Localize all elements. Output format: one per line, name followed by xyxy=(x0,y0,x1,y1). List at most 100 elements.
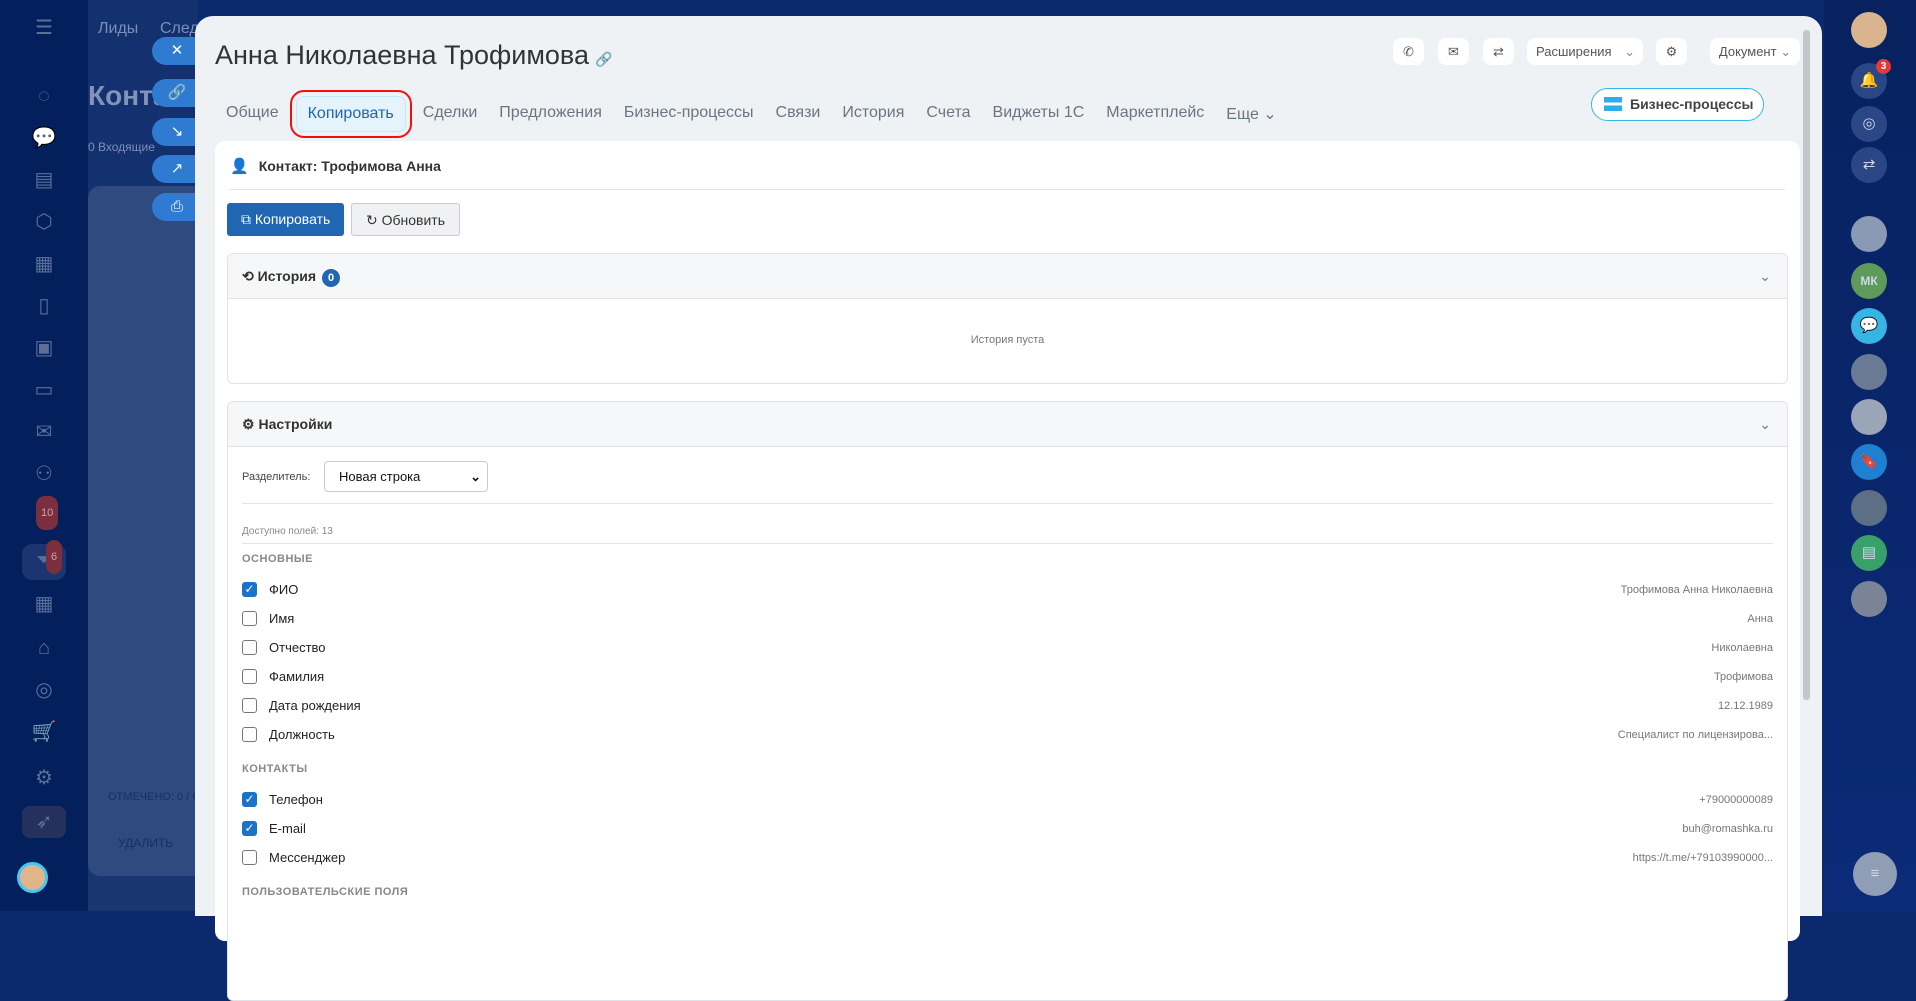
docs-icon[interactable]: ▤ xyxy=(22,164,66,196)
contact-avatar[interactable] xyxy=(1851,490,1887,526)
field-row[interactable]: ✓ Телефон +79000000089 xyxy=(242,785,1773,814)
feed-icon[interactable]: ◌ xyxy=(22,80,66,112)
users-icon[interactable]: ⚇ xyxy=(22,458,66,490)
chat-group-icon[interactable]: 💬 xyxy=(1851,308,1887,344)
divider xyxy=(242,543,1773,544)
tab-copy[interactable]: Копировать xyxy=(289,90,412,138)
field-value: 12.12.1989 xyxy=(1717,699,1773,712)
field-row[interactable]: ✓ ФИО Трофимова Анна Николаевна xyxy=(242,575,1773,604)
link-icon[interactable]: 🔗 xyxy=(595,51,612,67)
bg-delete: УДАЛИТЬ xyxy=(118,836,174,850)
field-label: Фамилия xyxy=(269,669,325,684)
settings-icon[interactable]: ⚙ xyxy=(22,762,66,794)
contact-avatar[interactable] xyxy=(1851,216,1887,252)
field-row[interactable]: Имя Анна xyxy=(242,604,1773,633)
contact-avatar[interactable] xyxy=(1851,399,1887,435)
field-checkbox[interactable] xyxy=(242,850,257,865)
copy-icon: ⧉ xyxy=(241,211,251,227)
cart-icon[interactable]: 🛒 xyxy=(22,716,66,748)
tasks-icon[interactable]: ☑10 xyxy=(22,496,66,532)
rocket-icon[interactable]: ➶ xyxy=(22,806,66,838)
chat-icon[interactable]: 💬 xyxy=(22,122,66,154)
separator-select[interactable]: Новая строка ⌄ xyxy=(324,461,488,492)
field-checkbox[interactable]: ✓ xyxy=(242,821,257,836)
file-icon[interactable]: ▯ xyxy=(22,290,66,322)
tab-business-processes[interactable]: Бизнес-процессы xyxy=(613,96,765,132)
chat-button[interactable]: ⇄ xyxy=(1483,38,1514,65)
warehouse-icon[interactable]: ⌂ xyxy=(22,632,66,664)
chevron-down-icon: ⌄ xyxy=(470,469,481,484)
bookmark-icon[interactable]: 🔖 xyxy=(1851,444,1887,480)
user-avatar[interactable] xyxy=(1851,12,1887,48)
refresh-icon: ↻ xyxy=(366,212,378,228)
bell-icon[interactable]: 🔔 3 xyxy=(1851,59,1891,99)
right-sidebar: 🔔 3 ◎ ⇄ МК 💬 🔖 ▤ ≡ xyxy=(1824,0,1916,911)
chat-list-button[interactable]: ≡ xyxy=(1853,852,1897,896)
field-row[interactable]: Мессенджер https://t.me/+79103990000... xyxy=(242,843,1773,872)
gear-icon: ⚙ xyxy=(242,416,255,432)
target-icon[interactable]: ◎ xyxy=(22,674,66,706)
document-dropdown[interactable]: Документ ⌄ xyxy=(1710,38,1800,65)
field-checkbox[interactable] xyxy=(242,640,257,655)
tab-1c-widgets[interactable]: Виджеты 1С xyxy=(982,96,1096,132)
tab-marketplace[interactable]: Маркетплейс xyxy=(1095,96,1215,132)
field-label: Дата рождения xyxy=(269,698,361,713)
card-icon[interactable]: ▭ xyxy=(22,374,66,406)
mail-icon[interactable]: ✉ xyxy=(22,416,66,448)
hexagon-icon[interactable]: ⬡ xyxy=(22,206,66,238)
tab-history[interactable]: История xyxy=(831,96,915,132)
copy-button[interactable]: ⧉ Копировать xyxy=(227,203,345,236)
field-value: Николаевна xyxy=(1711,641,1773,654)
field-row[interactable]: Фамилия Трофимова xyxy=(242,662,1773,691)
business-processes-button[interactable]: Бизнес-процессы xyxy=(1591,88,1764,121)
field-checkbox[interactable]: ✓ xyxy=(242,582,257,597)
field-checkbox[interactable] xyxy=(242,698,257,713)
field-value: Специалист по лицензирова... xyxy=(1617,728,1773,741)
tab-quotes[interactable]: Предложения xyxy=(488,96,613,132)
field-value: Трофимова xyxy=(1713,670,1773,683)
settings-gear-button[interactable]: ⚙ xyxy=(1656,38,1687,65)
tab-relations[interactable]: Связи xyxy=(765,96,832,132)
tab-deals[interactable]: Сделки xyxy=(412,96,489,132)
extensions-dropdown[interactable]: Расширения ⌄ xyxy=(1527,38,1643,65)
field-value: buh@romashka.ru xyxy=(1682,822,1773,835)
copilot-icon[interactable]: ◎ xyxy=(1851,106,1887,142)
funnel-badge: 6 xyxy=(46,540,63,574)
mail-button[interactable]: ✉ xyxy=(1438,38,1469,65)
divider xyxy=(242,503,1773,504)
settings-header[interactable]: ⚙ Настройки ⌄ xyxy=(228,402,1787,447)
field-label: Мессенджер xyxy=(269,850,346,865)
chat-icon[interactable]: ⇄ xyxy=(1851,147,1887,183)
scrollbar[interactable] xyxy=(1803,30,1810,700)
field-row[interactable]: Отчество Николаевна xyxy=(242,633,1773,662)
contact-avatar[interactable] xyxy=(1851,354,1887,390)
call-button[interactable]: ✆ xyxy=(1393,38,1424,65)
crm-funnel-icon[interactable]: ⏷ 6 xyxy=(22,540,66,580)
field-checkbox[interactable] xyxy=(242,727,257,742)
field-row[interactable]: ✓ E-mail buh@romashka.ru xyxy=(242,814,1773,843)
calendar-icon[interactable]: ▦ xyxy=(22,248,66,280)
tab-more[interactable]: Еще ⌄ xyxy=(1215,96,1287,132)
refresh-button[interactable]: ↻ Обновить xyxy=(351,203,461,236)
schedule-icon[interactable]: ▦ xyxy=(22,588,66,620)
divider xyxy=(230,189,1785,190)
tab-invoices[interactable]: Счета xyxy=(915,96,981,132)
chevron-down-icon: ⌄ xyxy=(1624,44,1635,59)
field-checkbox[interactable] xyxy=(242,611,257,626)
bg-contact-list: ОТМЕЧЕНО: 0 / 6 УДАЛИТЬ xyxy=(88,186,208,876)
menu-icon[interactable]: ☰ xyxy=(22,12,66,44)
tab-general[interactable]: Общие xyxy=(215,96,290,132)
board-icon[interactable]: ▣ xyxy=(22,332,66,364)
field-row[interactable]: Дата рождения 12.12.1989 xyxy=(242,691,1773,720)
contact-avatar[interactable] xyxy=(1851,581,1887,617)
history-header[interactable]: ⟲ История 0 ⌄ xyxy=(228,254,1787,299)
notes-icon[interactable]: ▤ xyxy=(1851,535,1887,571)
field-checkbox[interactable]: ✓ xyxy=(242,792,257,807)
user-avatar[interactable] xyxy=(17,862,48,893)
field-row[interactable]: Должность Специалист по лицензирова... xyxy=(242,720,1773,749)
person-icon: 👤 xyxy=(230,158,249,175)
contact-avatar-mk[interactable]: МК xyxy=(1851,263,1887,299)
copy-card: 👤 Контакт: Трофимова Анна ⧉ Копировать ↻ … xyxy=(215,141,1800,1001)
field-checkbox[interactable] xyxy=(242,669,257,684)
field-label: Должность xyxy=(269,727,335,742)
